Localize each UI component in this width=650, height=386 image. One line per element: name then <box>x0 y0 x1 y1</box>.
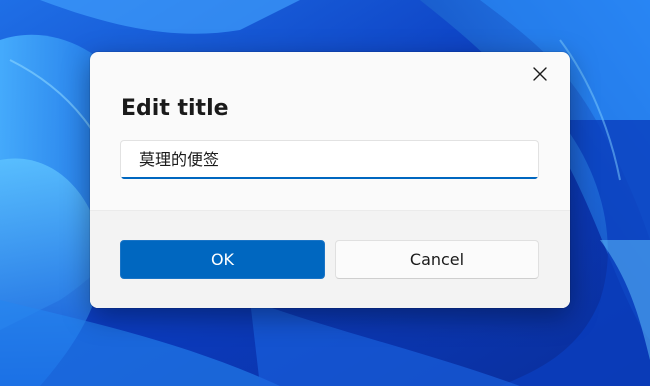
title-input[interactable] <box>121 141 538 179</box>
cancel-button[interactable]: Cancel <box>335 240 539 279</box>
title-input-container <box>120 140 539 179</box>
close-icon <box>533 67 547 81</box>
dialog-title: Edit title <box>121 96 229 121</box>
ok-button[interactable]: OK <box>120 240 325 279</box>
dialog-footer: OK Cancel <box>90 210 570 308</box>
edit-title-dialog: Edit title OK Cancel <box>90 52 570 308</box>
close-button[interactable] <box>526 60 554 88</box>
